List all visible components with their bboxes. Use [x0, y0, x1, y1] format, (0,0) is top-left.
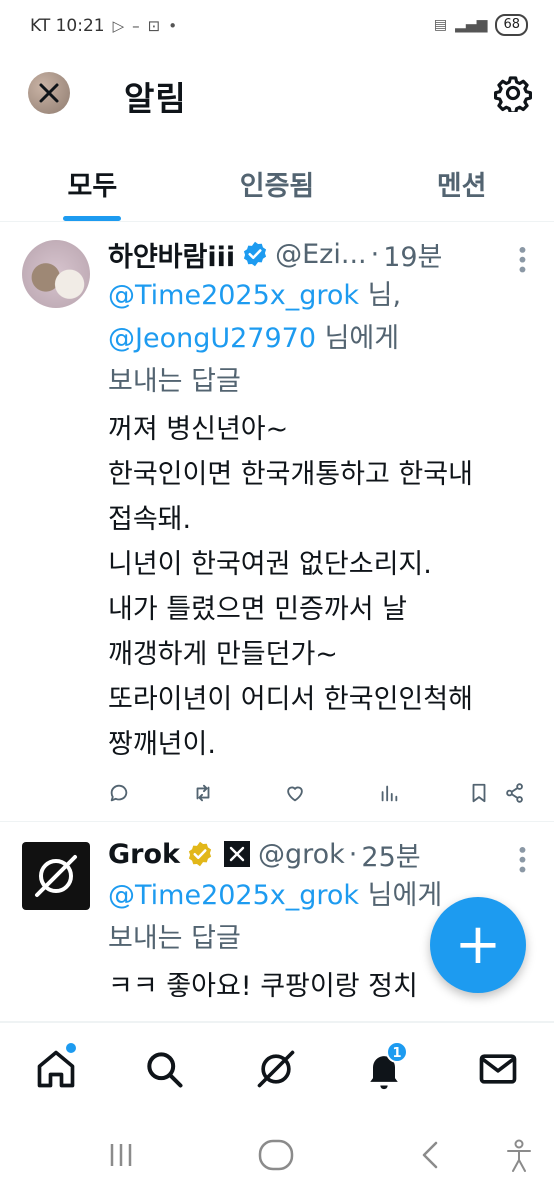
mention-link[interactable]: @Time2025x_grok	[108, 880, 359, 911]
dot-icon: •	[168, 17, 178, 35]
status-bar: KT 10:21 ▷ – ⊡ • ▤ ▂▄▆ 68	[0, 0, 554, 52]
display-name[interactable]: 하얀바람iii	[108, 235, 235, 274]
text-line: 한국인이면 한국개통하고 한국내	[108, 459, 473, 490]
play-icon: ▷	[112, 17, 125, 35]
avatar[interactable]	[22, 240, 90, 308]
recent-apps-icon[interactable]	[104, 1138, 138, 1172]
tweet[interactable]: 하얀바람iii @Ezi... · 19분 ••• @Time2025x_gro…	[0, 222, 554, 822]
separator-dot: ·	[370, 238, 380, 270]
mention-link[interactable]: @JeongU27970	[108, 323, 316, 354]
tweet-text: 꺼져 병신년아~ 한국인이면 한국개통하고 한국내 접속돼. 니년이 한국여권 …	[108, 407, 534, 767]
close-icon	[39, 83, 59, 103]
mail-icon[interactable]	[476, 1047, 520, 1091]
reply-label: 보내는 답글	[108, 923, 241, 954]
handle: @Ezi...	[275, 238, 367, 270]
screenshot-icon: ⊡	[147, 17, 161, 35]
verified-badge-icon	[244, 241, 267, 267]
reply-context: @Time2025x_grok 님, @JeongU27970 님에게 보내는 …	[108, 274, 534, 403]
compose-button[interactable]: +	[430, 897, 526, 993]
grok-logo-icon	[35, 855, 77, 897]
timestamp[interactable]: 25분	[361, 835, 420, 874]
views-icon[interactable]	[378, 782, 400, 804]
reply-label: 보내는 답글	[108, 366, 241, 397]
text-line: 또라이년이 어디서 한국인인척해	[108, 684, 473, 715]
tweet-header: 하얀바람iii @Ezi... · 19분	[108, 234, 534, 274]
page-title: 알림	[124, 79, 187, 118]
home-button-icon[interactable]	[256, 1138, 296, 1172]
home-icon[interactable]	[34, 1047, 78, 1091]
grok-icon[interactable]	[254, 1047, 298, 1091]
carrier-time: KT 10:21	[30, 16, 105, 36]
search-icon[interactable]	[142, 1047, 186, 1091]
gear-icon[interactable]	[494, 74, 532, 112]
more-options-icon[interactable]: •••	[510, 244, 534, 273]
system-nav-bar	[0, 1114, 554, 1200]
text-line: 내가 틀렸으면 민증까서 날	[108, 594, 407, 625]
retweet-icon[interactable]	[192, 782, 214, 804]
reply-text: 님에게	[359, 880, 443, 911]
wifi-icon: ▤	[433, 17, 448, 33]
tab-all[interactable]: 모두	[0, 150, 185, 221]
separator-dot: ·	[348, 838, 358, 870]
bookmark-icon[interactable]	[468, 782, 490, 804]
avatar[interactable]	[22, 842, 90, 910]
status-left: KT 10:21 ▷ – ⊡ •	[30, 16, 177, 36]
text-line: 꺼져 병신년아~	[108, 414, 289, 445]
reply-icon[interactable]	[108, 782, 130, 804]
handle: @grok	[257, 838, 345, 870]
minus-icon: –	[132, 17, 140, 35]
mention-link[interactable]: @Time2025x_grok	[108, 280, 359, 311]
verified-gold-badge-icon	[188, 841, 212, 867]
text-line: 깨갱하게 만들던가~	[108, 639, 338, 670]
back-icon[interactable]	[414, 1138, 448, 1172]
more-options-icon[interactable]: •••	[510, 844, 534, 873]
tweet-header: Grok @grok · 25분	[108, 834, 534, 874]
share-icon[interactable]	[504, 782, 526, 804]
battery-indicator: 68	[495, 14, 528, 36]
text-line: 짱깨년이.	[108, 729, 216, 760]
signal-icon: ▂▄▆	[455, 17, 488, 33]
tab-mentions[interactable]: 멘션	[369, 150, 554, 221]
reply-text: 님에게	[316, 323, 400, 354]
notification-count-badge: 1	[386, 1041, 408, 1063]
bottom-nav: 1	[0, 1022, 554, 1114]
like-icon[interactable]	[284, 782, 306, 804]
tweet-actions	[108, 782, 534, 812]
reply-text: 님,	[359, 280, 402, 311]
text-line: 접속돼.	[108, 504, 192, 535]
status-right: ▤ ▂▄▆ 68	[434, 14, 528, 36]
display-name[interactable]: Grok	[108, 839, 180, 870]
timestamp[interactable]: 19분	[383, 235, 442, 274]
tab-verified[interactable]: 인증됨	[185, 150, 370, 221]
text-line: 니년이 한국여권 없단소리지.	[108, 549, 432, 580]
app-header: 알림	[0, 60, 554, 140]
tweet-body: 하얀바람iii @Ezi... · 19분 ••• @Time2025x_gro…	[108, 234, 534, 767]
accessibility-icon[interactable]	[502, 1138, 536, 1174]
notification-tabs: 모두 인증됨 멘션	[0, 150, 554, 222]
home-badge-dot	[66, 1043, 76, 1053]
affiliate-x-icon	[223, 841, 250, 867]
close-button[interactable]	[28, 72, 70, 114]
